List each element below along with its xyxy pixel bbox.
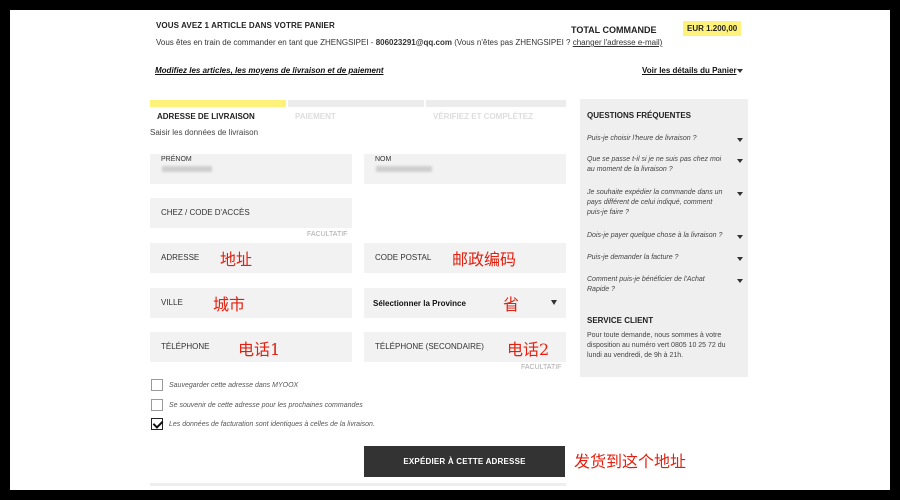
cart-summary-title: VOUS AVEZ 1 ARTICLE DANS VOTRE PANIER: [156, 21, 335, 30]
city-label: VILLE: [161, 298, 183, 307]
last-name-field[interactable]: NOM: [364, 154, 566, 184]
first-name-field[interactable]: PRÉNOM: [150, 154, 352, 184]
chevron-down-icon[interactable]: [737, 279, 743, 283]
chevron-down-icon[interactable]: [737, 69, 743, 73]
access-code-field[interactable]: CHEZ / CODE D'ACCÈS: [150, 198, 352, 228]
optional-label-secondary: FACULTATIF: [521, 364, 562, 371]
cart-details-link[interactable]: Voir les détails du Panier: [642, 66, 737, 75]
chevron-down-icon[interactable]: [737, 192, 743, 196]
ship-to-address-button[interactable]: EXPÉDIER À CETTE ADRESSE: [364, 446, 565, 477]
step-payment-label: PAIEMENT: [295, 112, 336, 121]
customer-service-title: SERVICE CLIENT: [587, 316, 654, 325]
province-select-label: Sélectionner la Province: [373, 299, 466, 308]
step-bar-shipping: [150, 100, 286, 107]
divider: [150, 483, 566, 486]
remember-address-option[interactable]: Se souvenir de cette adresse pour les pr…: [151, 399, 363, 411]
faq-item[interactable]: Puis-je demander la facture ?: [587, 253, 727, 263]
save-address-checkbox[interactable]: [151, 379, 163, 391]
step-description: Saisir les données de livraison: [150, 128, 259, 137]
annotation-submit: 发货到这个地址: [574, 452, 687, 471]
remember-address-label: Se souvenir de cette adresse pour les pr…: [169, 401, 363, 409]
faq-item[interactable]: Dois-je payer quelque chose à la livrais…: [587, 231, 727, 241]
chevron-down-icon[interactable]: [737, 159, 743, 163]
annotation-address: 地址: [220, 250, 253, 269]
chevron-down-icon[interactable]: [737, 138, 743, 142]
change-email-link[interactable]: changer l'adresse e-mail): [573, 38, 663, 47]
city-field[interactable]: VILLE: [150, 288, 352, 318]
annotation-phone2: 电话2: [507, 340, 550, 359]
phone-secondary-label: TÉLÉPHONE (SECONDAIRE): [375, 342, 484, 351]
remember-address-checkbox[interactable]: [151, 399, 163, 411]
access-code-label: CHEZ / CODE D'ACCÈS: [161, 208, 250, 217]
faq-item[interactable]: Puis-je choisir l'heure de livraison ?: [587, 134, 727, 144]
first-name-value: [162, 166, 212, 172]
account-info-prefix: Vous êtes en train de commander en tant …: [156, 38, 374, 47]
not-user-text: Vous n'êtes pas ZHENGSIPEI ?: [456, 38, 571, 47]
annotation-province: 省: [503, 295, 520, 314]
order-total-value: EUR 1.200,00: [683, 21, 742, 36]
first-name-label: PRÉNOM: [161, 156, 192, 163]
account-email: 806023291@qq.com: [375, 38, 452, 47]
save-address-option[interactable]: Sauvegarder cette adresse dans MYOOX: [151, 379, 298, 391]
step-bar-payment: [288, 100, 424, 107]
address-label: ADRESSE: [161, 253, 200, 262]
billing-same-option[interactable]: Les données de facturation sont identiqu…: [151, 418, 375, 430]
step-shipping-label[interactable]: ADRESSE DE LIVRAISON: [157, 112, 255, 121]
faq-item[interactable]: Comment puis-je bénéficier de l'Achat Ra…: [587, 275, 727, 295]
billing-same-checkbox[interactable]: [151, 418, 163, 430]
account-info: Vous êtes en train de commander en tant …: [156, 38, 662, 47]
optional-label: FACULTATIF: [307, 231, 348, 238]
last-name-value: [376, 166, 432, 172]
phone-label: TÉLÉPHONE: [161, 342, 210, 351]
order-total-label: TOTAL COMMANDE: [571, 25, 657, 35]
customer-service-text: Pour toute demande, nous sommes à votre …: [587, 332, 726, 359]
annotation-city: 城市: [213, 295, 246, 314]
faq-title: QUESTIONS FRÉQUENTES: [587, 111, 692, 120]
faq-panel: QUESTIONS FRÉQUENTES Puis-je choisir l'h…: [580, 99, 748, 377]
faq-item[interactable]: Que se passe t-il si je ne suis pas chez…: [587, 155, 727, 175]
annotation-phone1: 电话1: [238, 340, 281, 359]
checkout-page: VOUS AVEZ 1 ARTICLE DANS VOTRE PANIER Vo…: [10, 10, 890, 490]
chevron-down-icon: [551, 300, 557, 305]
step-review-label: VÉRIFIEZ ET COMPLÉTEZ: [433, 112, 534, 121]
last-name-label: NOM: [375, 156, 392, 163]
modify-order-link[interactable]: Modifiez les articles, les moyens de liv…: [155, 66, 384, 75]
step-bar-review: [426, 100, 566, 107]
annotation-postal: 邮政编码: [452, 250, 517, 269]
save-address-label: Sauvegarder cette adresse dans MYOOX: [169, 381, 299, 389]
postal-code-label: CODE POSTAL: [375, 253, 432, 262]
faq-item[interactable]: Je souhaite expédier la commande dans un…: [587, 188, 727, 218]
province-select[interactable]: Sélectionner la Province: [364, 288, 566, 318]
chevron-down-icon[interactable]: [737, 257, 743, 261]
chevron-down-icon[interactable]: [737, 235, 743, 239]
billing-same-label: Les données de facturation sont identiqu…: [169, 420, 375, 428]
